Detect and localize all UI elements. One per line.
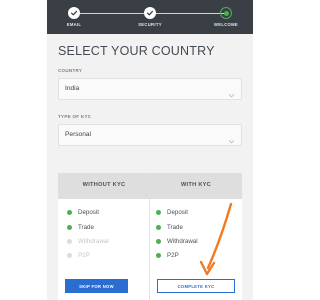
kyc-type-value: Personal [65,131,92,138]
feature-item: Deposit [156,208,188,216]
feature-item: Withdrawal [67,237,109,245]
step-label-security: SECURITY [138,22,162,27]
with-kyc-heading: WITH KYC [180,182,212,188]
status-dot-icon [67,224,72,230]
country-select[interactable]: India [58,78,242,100]
feature-item: Withdrawal [156,237,198,245]
current-step-icon [220,7,232,19]
check-icon [68,7,80,19]
progress-stepper: EMAIL SECURITY WELCOME [47,0,253,34]
status-dot-icon [156,224,161,230]
stepper-connector [154,13,226,14]
complete-kyc-button[interactable]: COMPLETE KYC [157,279,235,293]
status-dot-icon [67,209,72,215]
kyc-type-label: TYPE OF KYC [58,114,92,119]
feature-item: P2P [156,251,179,259]
step-label-welcome: WELCOME [214,22,238,27]
skip-for-now-button[interactable]: SKIP FOR NOW [65,279,128,293]
check-icon [144,7,156,19]
status-dot-icon [156,209,161,215]
chevron-down-icon [228,132,235,150]
without-kyc-heading: WITHOUT KYC [82,182,126,188]
feature-item: Trade [67,223,94,231]
country-label: COUNTRY [58,68,83,73]
feature-item: Trade [156,223,183,231]
status-dot-icon [156,252,161,258]
feature-item: Deposit [67,208,99,216]
chevron-down-icon [228,86,235,104]
country-value: India [65,85,80,92]
column-divider [149,173,150,300]
kyc-type-select[interactable]: Personal [58,124,242,146]
status-dot-icon [156,238,161,244]
status-dot-icon [67,238,72,244]
kyc-screen: EMAIL SECURITY WELCOME SELECT YOUR COUNT… [47,0,253,300]
step-label-email: EMAIL [66,22,82,27]
status-dot-icon [67,252,72,258]
stepper-connector [74,13,146,14]
feature-item: P2P [67,251,90,259]
page-title: SELECT YOUR COUNTRY [58,44,215,58]
